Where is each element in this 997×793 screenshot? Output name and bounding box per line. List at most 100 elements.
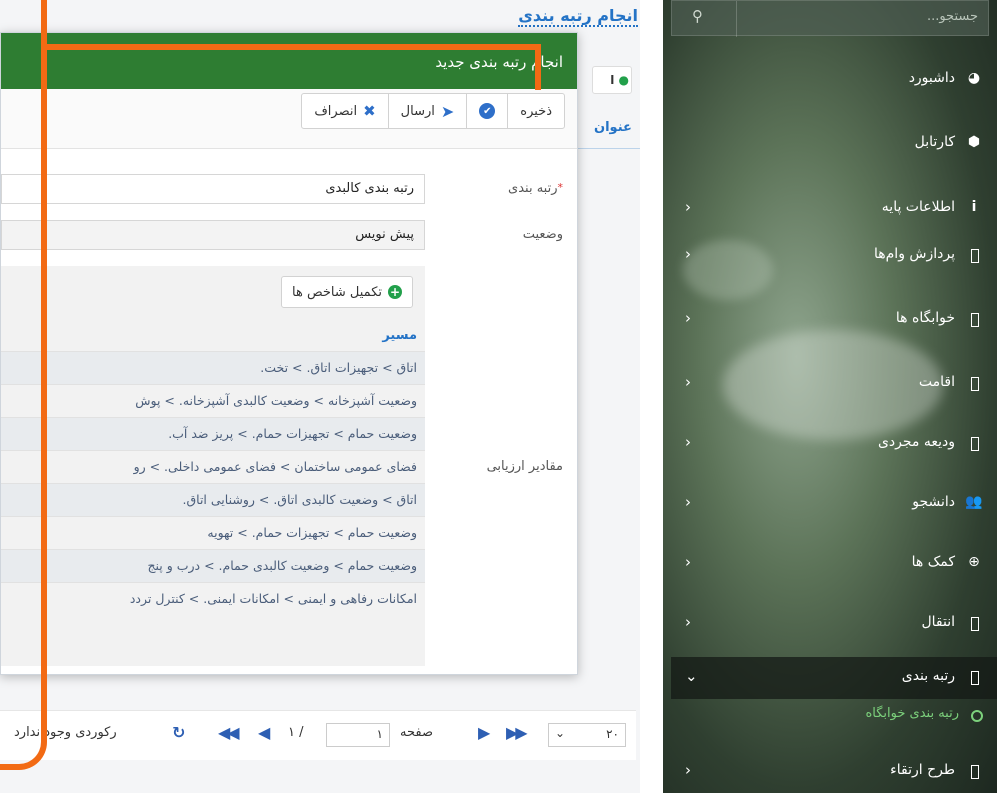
sidebar-item-basic-info[interactable]: i اطلاعات پایه ›: [663, 189, 997, 229]
table-row[interactable]: اتاق > وضعیت کالبدی اتاق. > روشنایی اتاق…: [1, 483, 425, 516]
square-icon: [971, 617, 979, 631]
orange-annotation-bar: [45, 44, 539, 50]
table-row[interactable]: وضعیت حمام > تجهیزات حمام. > تهویه: [1, 516, 425, 549]
search-input[interactable]: ⚲ جستجو...: [671, 0, 989, 37]
modal-header: انجام رتبه بندی جدید: [1, 33, 577, 89]
page-size-value: ۲۰: [606, 727, 619, 741]
square-icon: [971, 437, 979, 451]
square-icon: [971, 671, 979, 685]
plus-circle-icon: +: [388, 285, 402, 299]
ranking-field[interactable]: رتبه بندی کالبدی: [1, 174, 425, 204]
sidebar-item-ranking[interactable]: رتبه بندی ⌄: [663, 658, 997, 698]
sidebar-item-loans[interactable]: پردازش وام‌ها ›: [663, 236, 997, 276]
refresh-icon[interactable]: ↻: [172, 723, 186, 742]
circle-icon: [971, 710, 983, 722]
sidebar-item-residence[interactable]: اقامت ›: [663, 364, 997, 404]
table-row[interactable]: وضعیت آشپزخانه > وضعیت کالبدی آشپزخانه. …: [1, 384, 425, 417]
send-button[interactable]: ➤ ارسال: [387, 94, 467, 128]
sidebar-item-label: داشبورد: [908, 70, 955, 86]
chevron-right-icon: ›: [685, 433, 691, 451]
chevron-right-icon: ›: [685, 613, 691, 631]
send-button-label: ارسال: [400, 103, 435, 119]
pagination-bar: ۲۰ ⌄ ▶▶ ▶ صفحه ۱ / ۱ ◀ ◀◀ ↻ رکوردی وجود …: [0, 710, 636, 760]
chevron-right-icon: ›: [685, 493, 691, 511]
evaluation-values-label: مقادیر ارزیابی: [486, 459, 563, 474]
modal-toolbar: ذخیره ✔ ➤ ارسال ✖ انصراف: [1, 89, 577, 149]
dashboard-gauge-icon: ◕: [967, 70, 981, 86]
path-list: اتاق > تجهیزات اتاق. > تخت. وضعیت آشپزخا…: [1, 351, 425, 615]
confirm-button[interactable]: ✔: [466, 94, 507, 128]
chevron-right-icon: ›: [685, 373, 691, 391]
sidebar-item-single-deposit[interactable]: ودیعه مجردی ›: [663, 424, 997, 464]
complete-indicators-label: تکمیل شاخص ها: [292, 284, 382, 300]
sidebar-item-inbox[interactable]: ⬢ کارتابل: [663, 124, 997, 164]
page-size-select[interactable]: ۲۰ ⌄: [548, 723, 626, 747]
table-row[interactable]: فضای عمومی ساختمان > فضای عمومی داخلی. >…: [1, 450, 425, 483]
sidebar-item-label: ودیعه مجردی: [877, 434, 955, 450]
table-row[interactable]: وضعیت حمام > تجهیزات حمام. > پریز ضد آب.: [1, 417, 425, 450]
search-placeholder: جستجو...: [926, 9, 978, 24]
sidebar-item-label: کمک ها: [911, 554, 955, 570]
orange-annotation-tick: [535, 44, 541, 90]
sidebar-item-student[interactable]: 👥 دانشجو ›: [663, 484, 997, 524]
chevron-right-icon: ›: [685, 198, 691, 216]
add-button-partial[interactable]: ● ا: [592, 66, 632, 94]
table-row[interactable]: اتاق > تجهیزات اتاق. > تخت.: [1, 351, 425, 384]
cube-icon: ⬢: [967, 134, 981, 150]
sidebar-item-label: دانشجو: [912, 494, 955, 510]
status-field: پیش نویس: [1, 220, 425, 250]
sidebar-item-dormitories[interactable]: خوابگاه ها ›: [663, 300, 997, 340]
square-icon: [971, 313, 979, 327]
search-divider: [736, 1, 737, 37]
chevron-right-icon: ›: [685, 761, 691, 779]
status-field-label: وضعیت: [522, 227, 563, 242]
page-label: صفحه: [400, 725, 433, 740]
save-button[interactable]: ذخیره: [507, 94, 564, 128]
check-circle-icon: ✔: [479, 103, 496, 119]
ranking-field-label: *رتبه بندی: [508, 181, 563, 196]
next-page-icon[interactable]: ▶: [478, 723, 490, 742]
last-page-icon[interactable]: ▶▶: [506, 723, 528, 742]
sidebar-item-dashboard[interactable]: ◕ داشبورد: [663, 60, 997, 100]
first-page-icon[interactable]: ◀◀: [218, 723, 240, 742]
complete-indicators-button[interactable]: + تکمیل شاخص ها: [281, 276, 413, 308]
info-icon: i: [971, 199, 977, 215]
page-number-input[interactable]: ۱: [326, 723, 390, 747]
chevron-right-icon: ›: [685, 309, 691, 327]
sidebar-item-label: اقامت: [918, 374, 955, 390]
sidebar-item-aids[interactable]: ⊕ کمک ها ›: [663, 544, 997, 584]
chevron-right-icon: ›: [685, 553, 691, 571]
paper-plane-icon: ➤: [440, 101, 455, 121]
previous-page-icon[interactable]: ◀: [258, 723, 270, 742]
sidebar-item-label: خوابگاه ها: [895, 310, 955, 326]
sidebar-item-label: رتبه بندی: [901, 668, 955, 684]
cancel-button-label: انصراف: [314, 103, 358, 119]
sidebar-item-label: انتقال: [921, 614, 955, 630]
plus-icon: ●: [618, 73, 629, 87]
sidebar-subitem-dorm-ranking[interactable]: رتبه بندی خوابگاه: [663, 702, 997, 732]
square-icon: [971, 249, 979, 263]
search-icon[interactable]: ⚲: [692, 7, 703, 25]
sidebar-item-transfer[interactable]: انتقال ›: [663, 604, 997, 644]
table-row[interactable]: وضعیت حمام > وضعیت کالبدی حمام. > درب و …: [1, 549, 425, 582]
no-records-text: رکوردی وجود ندارد: [14, 725, 117, 740]
users-icon: 👥: [965, 494, 983, 510]
column-header-title[interactable]: عنوان: [594, 120, 632, 135]
sidebar-item-upgrade-plan[interactable]: طرح ارتقاء ›: [663, 752, 997, 792]
chevron-down-icon: ⌄: [685, 667, 698, 685]
save-button-label: ذخیره: [520, 103, 552, 119]
page-title[interactable]: انجام رتبه بندی: [518, 6, 638, 27]
plus-circle-icon: ⊕: [968, 554, 980, 570]
sidebar-subitem-label: رتبه بندی خوابگاه: [865, 706, 959, 721]
sidebar: ⚲ جستجو... ◕ داشبورد ⬢ کارتابل i اطلاعات…: [663, 0, 997, 793]
sidebar-item-label: طرح ارتقاء: [890, 762, 955, 778]
add-button-label: ا: [610, 73, 615, 87]
square-icon: [971, 377, 979, 391]
ranking-label-text: رتبه بندی: [508, 181, 558, 196]
toolbar-button-group: ذخیره ✔ ➤ ارسال ✖ انصراف: [301, 93, 565, 129]
cancel-button[interactable]: ✖ انصراف: [302, 94, 387, 128]
sidebar-item-label: کارتابل: [914, 134, 955, 150]
path-column-header[interactable]: مسیر: [382, 328, 417, 343]
sidebar-item-label: پردازش وام‌ها: [873, 246, 955, 262]
table-row[interactable]: امکانات رفاهی و ایمنی > امکانات ایمنی. >…: [1, 582, 425, 615]
